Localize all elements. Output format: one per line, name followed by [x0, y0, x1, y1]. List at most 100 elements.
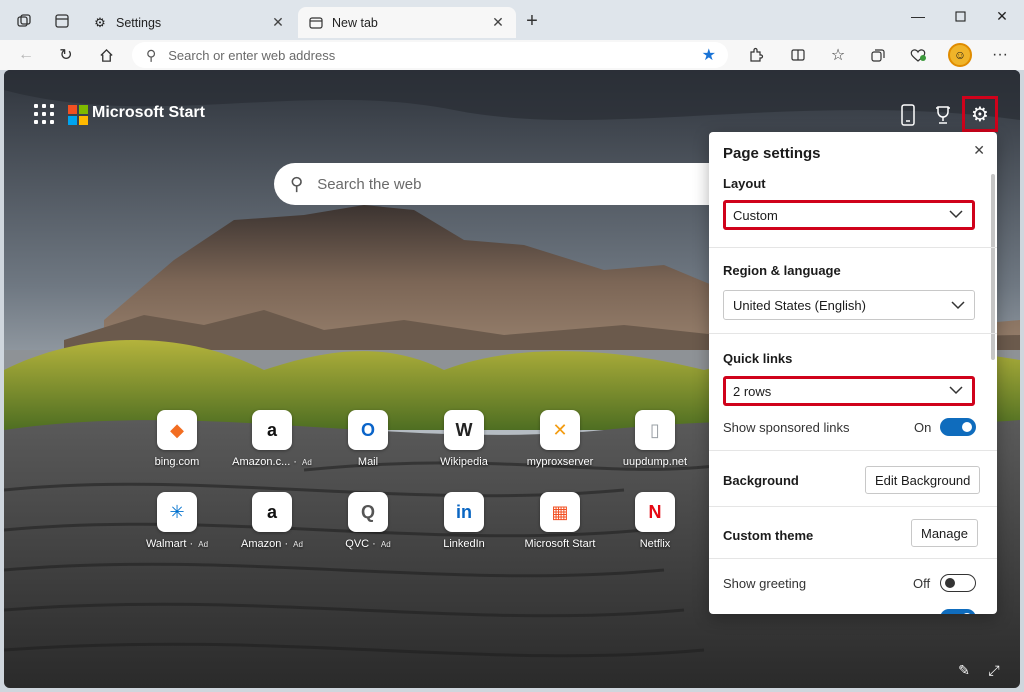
quick-link-tile[interactable]: W Wikipedia	[419, 410, 509, 468]
tab-actions-icon[interactable]	[49, 8, 75, 34]
show-greeting-toggle[interactable]	[940, 574, 976, 592]
site-icon: ✕	[540, 410, 580, 450]
close-tab-icon[interactable]: ✕	[490, 14, 506, 31]
favorite-star-icon[interactable]: ★	[702, 45, 716, 65]
performance-icon[interactable]	[904, 42, 932, 68]
site-icon: in	[444, 492, 484, 532]
sponsored-links-toggle[interactable]	[940, 418, 976, 436]
quick-link-label: uupdump.net	[610, 456, 700, 468]
layout-label: Layout	[723, 176, 766, 191]
quick-link-label: Wikipedia	[419, 456, 509, 468]
quick-link-label: Amazon · Ad	[241, 538, 303, 550]
quick-link-name: LinkedIn	[443, 538, 485, 550]
custom-theme-label: Custom theme	[723, 528, 814, 543]
manage-theme-button[interactable]: Manage	[911, 519, 978, 547]
quick-link-label: Walmart · Ad	[145, 538, 209, 550]
extensions-icon[interactable]	[742, 42, 770, 68]
quick-link-tile[interactable]: N Netflix	[610, 492, 700, 550]
edit-background-button[interactable]: Edit Background	[865, 466, 981, 494]
quick-link-tile[interactable]: ◆ bing.com	[132, 410, 222, 468]
profile-avatar[interactable]: ☺	[948, 43, 972, 67]
quick-link-name: Amazon.c...	[232, 456, 291, 468]
quick-link-tile[interactable]: ▯ uupdump.net	[610, 410, 700, 468]
quick-link-name: Walmart	[145, 538, 187, 550]
quick-link-name: bing.com	[154, 456, 200, 468]
quick-link-name: Amazon	[241, 538, 282, 550]
quick-link-label: bing.com	[132, 456, 222, 468]
tab-settings[interactable]: ⚙ Settings ✕	[82, 7, 296, 38]
divider	[709, 506, 997, 507]
show-greeting-label: Show greeting	[723, 576, 807, 591]
site-icon: a	[252, 410, 292, 450]
quick-links-dropdown[interactable]: 2 rows	[723, 376, 975, 406]
site-icon: O	[348, 410, 388, 450]
tab-title: New tab	[332, 15, 378, 30]
maximize-button[interactable]	[939, 0, 981, 32]
ad-badge: Ad	[293, 540, 303, 549]
quick-link-label: Microsoft Start	[515, 538, 605, 550]
region-dropdown[interactable]: United States (English)	[723, 290, 975, 320]
newtab-icon	[308, 15, 324, 31]
page-settings-panel: Page settings ✕ Layout Custom Region & l…	[709, 132, 997, 614]
tab-new-tab[interactable]: New tab ✕	[298, 7, 516, 38]
brand-title[interactable]: Microsoft Start	[92, 104, 205, 122]
quick-link-name: myproxserver	[526, 456, 594, 468]
quick-link-tile[interactable]: ✕ myproxserver	[515, 410, 605, 468]
chevron-down-icon	[951, 301, 965, 310]
minimize-button[interactable]: —	[897, 0, 939, 32]
app-launcher-icon[interactable]	[34, 104, 54, 124]
page-settings-button[interactable]: ⚙	[962, 96, 998, 132]
sponsored-links-state: On	[914, 420, 932, 435]
quick-link-label: QVC · Ad	[345, 538, 391, 550]
refresh-button[interactable]: ↻	[52, 42, 80, 68]
collections-icon[interactable]	[864, 42, 892, 68]
ad-badge: Ad	[302, 458, 312, 467]
quick-link-tile[interactable]: Q QVC · Ad	[323, 492, 413, 550]
quick-link-name: Netflix	[639, 538, 671, 550]
quick-link-tile[interactable]: O Mail	[323, 410, 413, 468]
ad-badge: Ad	[198, 540, 209, 549]
divider	[709, 450, 997, 451]
edit-background-icon[interactable]: ✎	[954, 660, 974, 680]
show-greeting-state: Off	[913, 576, 931, 591]
microsoft-logo-icon	[68, 105, 88, 125]
back-button[interactable]: ←	[12, 42, 40, 68]
split-screen-icon[interactable]	[784, 42, 812, 68]
next-setting-toggle[interactable]	[940, 609, 976, 614]
rewards-trophy-icon[interactable]	[928, 100, 958, 130]
background-label: Background	[723, 473, 799, 488]
quick-link-tile[interactable]: a Amazon.c... · Ad	[227, 410, 317, 468]
quick-link-tile[interactable]: ✳ Walmart · Ad	[132, 492, 222, 550]
quick-link-label: Mail	[323, 456, 413, 468]
layout-dropdown[interactable]: Custom	[723, 200, 975, 230]
web-search-box[interactable]: ⚲	[274, 163, 744, 205]
panel-title: Page settings	[723, 145, 821, 162]
home-button[interactable]	[92, 42, 120, 68]
quick-link-name: Microsoft Start	[524, 538, 596, 550]
gear-icon: ⚙	[94, 14, 106, 30]
quick-link-tile[interactable]: ▦ Microsoft Start	[515, 492, 605, 550]
quick-link-label: LinkedIn	[419, 538, 509, 550]
address-bar[interactable]: ⚲ ★	[132, 42, 728, 68]
more-menu-icon[interactable]: ···	[986, 42, 1014, 68]
close-tab-icon[interactable]: ✕	[270, 14, 286, 31]
close-window-button[interactable]: ✕	[981, 0, 1023, 32]
fullscreen-icon[interactable]: ⤢	[984, 660, 1004, 680]
new-tab-button[interactable]: +	[520, 10, 544, 34]
close-icon[interactable]: ✕	[973, 142, 985, 159]
quick-link-label: myproxserver	[515, 456, 605, 468]
web-search-input[interactable]	[317, 175, 678, 193]
site-icon: W	[444, 410, 484, 450]
site-icon: ▦	[540, 492, 580, 532]
site-icon: ✳	[157, 492, 197, 532]
site-icon: a	[252, 492, 292, 532]
site-icon: ◆	[157, 410, 197, 450]
quick-link-tile[interactable]: in LinkedIn	[419, 492, 509, 550]
mobile-phone-icon[interactable]	[893, 100, 923, 130]
site-icon: N	[635, 492, 675, 532]
quick-link-tile[interactable]: a Amazon · Ad	[227, 492, 317, 550]
favorites-icon[interactable]: ☆	[824, 42, 852, 68]
address-input[interactable]	[168, 47, 689, 63]
quick-link-name: Wikipedia	[440, 456, 488, 468]
workspaces-icon[interactable]	[11, 8, 37, 34]
